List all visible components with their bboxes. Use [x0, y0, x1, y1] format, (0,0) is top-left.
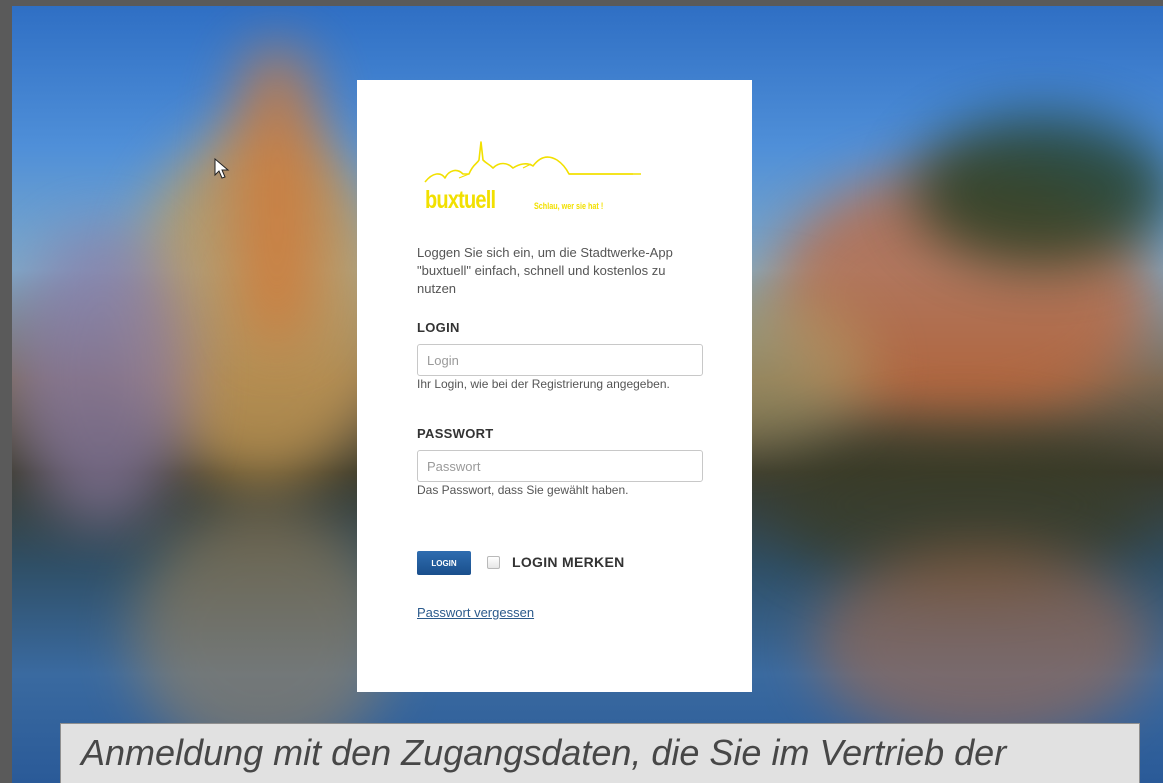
checkbox-icon[interactable] — [487, 555, 500, 569]
logo-brand-text: buxtuell — [425, 186, 496, 214]
screenshot-frame: buxtuell Schlau, wer sie hat ! Loggen Si… — [0, 0, 1163, 783]
remember-login[interactable]: LOGIN MERKEN — [487, 554, 625, 570]
mouse-pointer-icon — [214, 158, 230, 179]
caption-box: Anmeldung mit den Zugangsdaten, die Sie … — [60, 723, 1140, 783]
forgot-password-link[interactable]: Passwort vergessen — [417, 605, 534, 620]
login-input[interactable] — [417, 344, 703, 376]
login-button[interactable]: LOGIN — [417, 551, 471, 575]
login-help-text: Ihr Login, wie bei der Registrierung ang… — [417, 377, 670, 391]
password-help-text: Das Passwort, dass Sie gewählt haben. — [417, 483, 629, 497]
password-input[interactable] — [417, 450, 703, 482]
remember-label[interactable]: LOGIN MERKEN — [512, 554, 625, 570]
logo-slogan: Schlau, wer sie hat ! — [534, 201, 604, 211]
login-label: LOGIN — [417, 320, 460, 335]
password-label: PASSWORT — [417, 426, 494, 441]
intro-text: Loggen Sie sich ein, um die Stadtwerke-A… — [417, 245, 673, 296]
login-panel: buxtuell Schlau, wer sie hat ! Loggen Si… — [357, 80, 752, 692]
